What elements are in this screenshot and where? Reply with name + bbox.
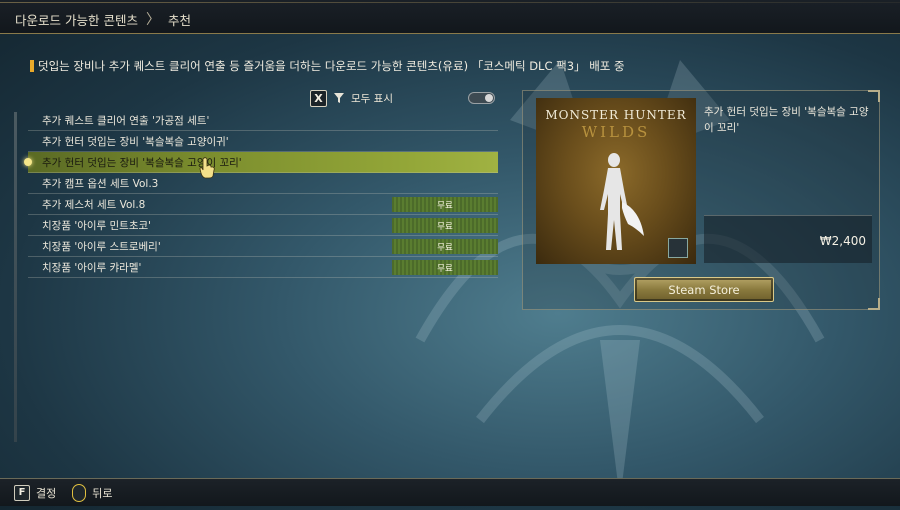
filter-label: 모두 표시 [351,92,393,105]
dlc-list: 추가 퀘스트 클리어 연출 '가공점 세트' 추가 헌터 덧입는 장비 '복슬복… [24,110,498,278]
dlc-thumbnail: MONSTER HUNTER WILDS [536,98,696,264]
list-scrollbar[interactable] [14,112,17,442]
item-label: 치장품 '아이루 민트초코' [42,219,152,232]
list-item[interactable]: 치장품 '아이루 민트초코' 무료 [28,215,498,236]
logo-line1: MONSTER HUNTER [545,108,687,122]
breadcrumb: 다운로드 가능한 콘텐츠 〉 추천 [15,9,191,29]
free-badge: 무료 [392,239,498,254]
steam-store-label: Steam Store [668,282,740,297]
list-item[interactable]: 추가 퀘스트 클리어 연출 '가공점 세트' [28,110,498,131]
hunter-figure-icon [600,153,644,250]
logo-line2: WILDS [581,123,651,141]
top-bar: 다운로드 가능한 콘텐츠 〉 추천 [0,0,900,34]
confirm-hint[interactable]: F 결정 [14,484,57,501]
list-item-selected[interactable]: 추가 헌터 덧입는 장비 '복슬복슬 고양이 꼬리' [24,152,498,173]
chevron-right-icon: 〉 [145,12,160,28]
filter-icon [334,93,344,103]
frame-corner [868,298,880,310]
filter-row: X 모두 표시 [310,89,495,107]
description-text: 덧입는 장비나 추가 퀘스트 클리어 연출 등 즐거움을 더하는 다운로드 가능… [38,59,625,73]
price-box: ₩2,400 [704,215,872,263]
show-all-toggle[interactable] [468,92,495,104]
item-label: 추가 헌터 덧입는 장비 '복슬복슬 고양이귀' [42,135,229,148]
item-label: 치장품 '아이루 스트로베리' [42,240,161,253]
list-item[interactable]: 치장품 '아이루 캬라멜' 무료 [28,257,498,278]
detail-title: 추가 헌터 덧입는 장비 '복슬복슬 고양이 꼬리' [704,106,869,134]
item-label: 치장품 '아이루 캬라멜' [42,261,142,274]
item-label: 추가 캠프 옵션 세트 Vol.3 [42,177,159,190]
item-label: 추가 퀘스트 클리어 연출 '가공점 세트' [42,114,210,127]
steam-store-button[interactable]: Steam Store [634,277,774,302]
breadcrumb-current: 추천 [167,12,191,28]
x-key-icon[interactable]: X [310,89,327,107]
list-item[interactable]: 추가 캠프 옵션 세트 Vol.3 [28,173,498,194]
hand-cursor-icon [199,157,215,179]
confirm-label: 결정 [36,486,57,500]
dlc-badge-icon [668,238,688,258]
dlc-description: 덧입는 장비나 추가 퀘스트 클리어 연출 등 즐거움을 더하는 다운로드 가능… [30,58,625,74]
free-badge: 무료 [392,197,498,212]
price-label: ₩2,400 [819,234,866,248]
toggle-knob [485,94,493,102]
free-badge: 무료 [392,218,498,233]
accent-marker-icon [30,60,34,72]
back-label: 뒤로 [92,486,113,500]
list-item[interactable]: 추가 제스처 세트 Vol.8 무료 [28,194,498,215]
bottom-hint-bar: F 결정 뒤로 [0,478,900,506]
list-item[interactable]: 치장품 '아이루 스트로베리' 무료 [28,236,498,257]
f-key-icon: F [14,484,30,501]
list-item[interactable]: 추가 헌터 덧입는 장비 '복슬복슬 고양이귀' [28,131,498,152]
back-hint[interactable]: 뒤로 [72,483,113,502]
frame-corner [868,90,880,102]
item-label: 추가 제스처 세트 Vol.8 [42,198,146,211]
free-badge: 무료 [392,260,498,275]
breadcrumb-root[interactable]: 다운로드 가능한 콘텐츠 [15,10,138,29]
mouse-right-icon [72,483,87,502]
